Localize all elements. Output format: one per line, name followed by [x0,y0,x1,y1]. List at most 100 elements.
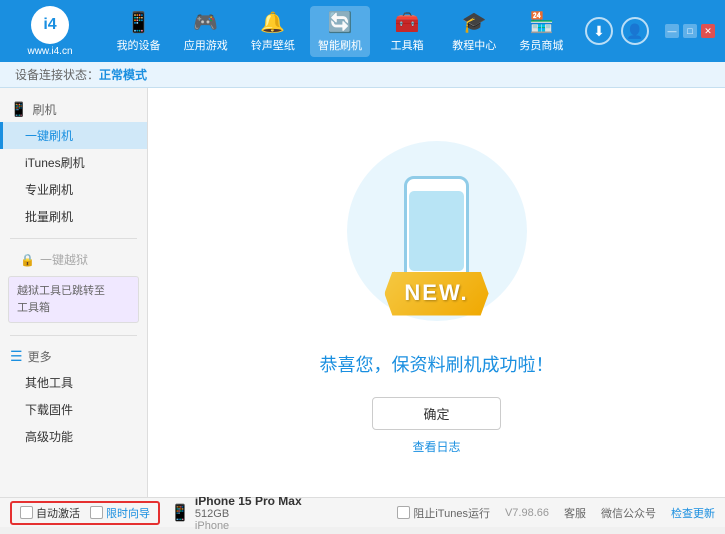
nav-service[interactable]: 🏪 务员商城 [511,6,571,57]
status-mode: 正常模式 [99,66,147,83]
nav-my-device[interactable]: 📱 我的设备 [109,6,169,57]
device-info: 📱 iPhone 15 Pro Max 512GB iPhone [170,492,302,534]
sidebar-jailbreak-header: 🔒 一键越狱 [0,247,147,272]
advanced-label: 高级功能 [25,430,73,444]
restore-button[interactable]: □ [683,24,697,38]
nav-tutorials[interactable]: 🎓 教程中心 [444,6,504,57]
device-section: 自动激活 限时向导 [10,501,160,525]
stop-itunes-label: 阻止iTunes运行 [413,505,490,521]
sidebar-more-label: 更多 [28,348,52,365]
nav-smart-flash[interactable]: 🔄 智能刷机 [310,6,370,57]
device-phone-icon: 📱 [170,503,190,523]
wechat-link[interactable]: 微信公众号 [601,505,656,521]
close-button[interactable]: ✕ [701,24,715,38]
device-storage: 512GB [195,508,302,520]
nav-ringtones[interactable]: 🔔 铃声壁纸 [243,6,303,57]
window-controls: — □ ✕ [665,24,715,38]
logo-text: www.i4.cn [27,46,72,57]
status-label: 设备连接状态： [15,66,99,83]
sidebar-item-download-fw[interactable]: 下载固件 [0,396,147,423]
sidebar: 📱 刷机 一键刷机 iTunes刷机 专业刷机 批量刷机 🔒 一键越狱 [0,88,148,497]
sidebar-item-pro-flash[interactable]: 专业刷机 [0,176,147,203]
toolbox-icon: 🧰 [395,10,420,35]
nav-my-device-label: 我的设备 [117,37,161,53]
nav-toolbox[interactable]: 🧰 工具箱 [377,6,437,57]
one-key-flash-label: 一键刷机 [25,129,73,143]
version-info: V7.98.66 [505,507,549,519]
nav-bar: 📱 我的设备 🎮 应用游戏 🔔 铃声壁纸 🔄 智能刷机 🧰 工具箱 🎓 教程中心… [105,6,575,57]
sidebar-item-itunes-flash[interactable]: iTunes刷机 [0,149,147,176]
check-update-link[interactable]: 检查更新 [671,505,715,521]
more-section-icon: ☰ [10,348,23,365]
jailbreak-notice: 越狱工具已跳转至工具箱 [8,276,139,323]
sidebar-section-flash: 📱 刷机 一键刷机 iTunes刷机 专业刷机 批量刷机 [0,93,147,234]
smart-flash-icon: 🔄 [328,10,353,35]
apps-games-icon: 🎮 [193,10,218,35]
status-bar: 设备连接状态： 正常模式 [0,62,725,88]
phone-body [404,176,469,286]
auto-activate-label: 自动激活 [36,505,80,521]
sidebar-item-other-tools[interactable]: 其他工具 [0,369,147,396]
new-text: NEW. [404,280,468,305]
sidebar-section-jailbreak: 🔒 一键越狱 越狱工具已跳转至工具箱 [0,243,147,331]
itunes-flash-label: iTunes刷机 [25,156,85,170]
nav-ringtones-label: 铃声壁纸 [251,37,295,53]
customer-service-link[interactable]: 客服 [564,505,586,521]
ringtones-icon: 🔔 [260,10,285,35]
nav-apps-games[interactable]: 🎮 应用游戏 [176,6,236,57]
success-text-content: 恭喜您，保资料刷机成功啦！ [320,355,554,375]
phone-screen [409,191,464,271]
jailbreak-label: 一键越狱 [40,251,88,268]
nav-service-label: 务员商城 [519,37,563,53]
sidebar-item-advanced[interactable]: 高级功能 [0,423,147,450]
timed-guide-label: 限时向导 [106,505,150,521]
sidebar-item-batch-flash[interactable]: 批量刷机 [0,203,147,230]
app-header: i4 www.i4.cn 📱 我的设备 🎮 应用游戏 🔔 铃声壁纸 🔄 智能刷机… [0,0,725,62]
my-device-icon: 📱 [126,10,151,35]
sidebar-flash-label: 刷机 [32,101,56,118]
success-message: 恭喜您，保资料刷机成功啦！ [320,351,554,377]
sidebar-flash-header[interactable]: 📱 刷机 [0,97,147,122]
bottom-bar: 自动激活 限时向导 📱 iPhone 15 Pro Max 512GB iPho… [0,497,725,527]
service-icon: 🏪 [529,10,554,35]
download-button[interactable]: ⬇ [585,17,613,45]
sidebar-more-header[interactable]: ☰ 更多 [0,344,147,369]
divider-2 [10,335,137,336]
divider-1 [10,238,137,239]
new-badge: ✦✦ NEW. ✦ [384,272,488,316]
tutorials-icon: 🎓 [462,10,487,35]
phone-illustration: ✦✦ NEW. ✦ [327,131,547,331]
auto-activate-control[interactable]: 自动激活 [20,505,80,521]
logo-icon: i4 [31,6,69,44]
user-button[interactable]: 👤 [621,17,649,45]
device-type: iPhone [195,520,302,532]
new-banner: ✦✦ NEW. ✦ [384,272,488,316]
minimize-button[interactable]: — [665,24,679,38]
bottom-right: 阻止iTunes运行 V7.98.66 客服 微信公众号 检查更新 [397,505,715,521]
batch-flash-label: 批量刷机 [25,210,73,224]
content-area: ✦✦ NEW. ✦ 恭喜您，保资料刷机成功啦！ 确定 查看日志 [148,88,725,497]
nav-tutorials-label: 教程中心 [452,37,496,53]
sidebar-item-one-key-flash[interactable]: 一键刷机 [0,122,147,149]
pro-flash-label: 专业刷机 [25,183,73,197]
download-fw-label: 下载固件 [25,403,73,417]
flash-section-icon: 📱 [10,101,27,118]
nav-apps-games-label: 应用游戏 [184,37,228,53]
stop-itunes-checkbox[interactable] [397,506,410,519]
other-tools-label: 其他工具 [25,376,73,390]
device-details: iPhone 15 Pro Max 512GB iPhone [195,494,302,532]
stop-itunes-control[interactable]: 阻止iTunes运行 [397,505,490,521]
jailbreak-notice-text: 越狱工具已跳转至工具箱 [17,285,105,314]
view-log-link[interactable]: 查看日志 [412,438,460,455]
timed-guide-control[interactable]: 限时向导 [90,505,150,521]
nav-toolbox-label: 工具箱 [391,37,424,53]
confirm-button[interactable]: 确定 [372,397,500,430]
timed-guide-checkbox[interactable] [90,506,103,519]
bottom-left: 自动激活 限时向导 📱 iPhone 15 Pro Max 512GB iPho… [10,492,302,534]
main-layout: 📱 刷机 一键刷机 iTunes刷机 专业刷机 批量刷机 🔒 一键越狱 [0,88,725,497]
phone-device [404,176,469,286]
auto-activate-checkbox[interactable] [20,506,33,519]
lock-icon: 🔒 [20,253,35,267]
nav-smart-flash-label: 智能刷机 [318,37,362,53]
logo-char: i4 [43,16,56,34]
